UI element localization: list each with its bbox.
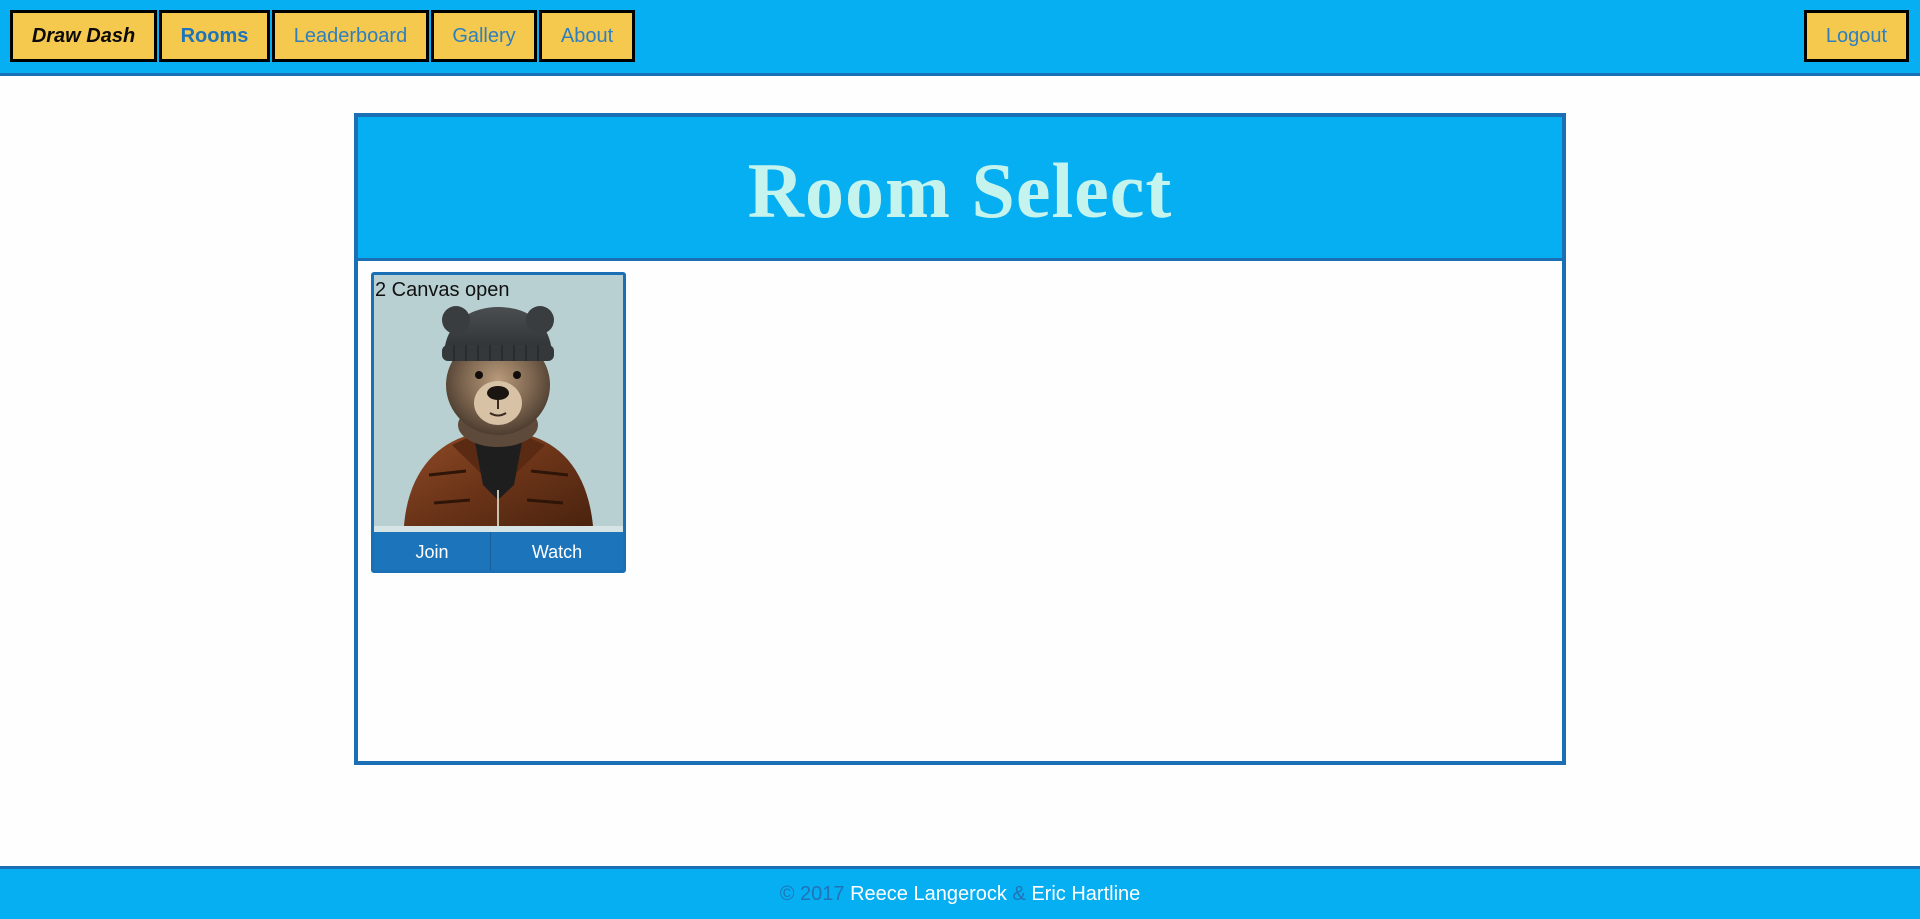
room-actions: Join Watch: [374, 532, 623, 570]
room-status: 2 Canvas open: [375, 279, 510, 301]
logout-button[interactable]: Logout: [1804, 10, 1909, 62]
room-thumbnail-image: [374, 275, 623, 526]
nav-item-rooms[interactable]: Rooms: [159, 10, 270, 62]
nav-item-about[interactable]: About: [539, 10, 635, 62]
brand-link[interactable]: Draw Dash: [10, 10, 157, 62]
panel-header: Room Select: [358, 117, 1562, 261]
watch-button[interactable]: Watch: [491, 532, 623, 570]
footer-copyright: © 2017: [779, 882, 845, 905]
footer-separator: &: [1012, 882, 1026, 905]
footer-author-2: Eric Hartline: [1031, 882, 1141, 905]
top-navbar: Draw Dash Rooms Leaderboard Gallery Abou…: [0, 0, 1920, 76]
room-select-panel: Room Select 2 Canvas open Join Watch: [354, 113, 1566, 765]
nav-item-leaderboard[interactable]: Leaderboard: [272, 10, 429, 62]
page-title: Room Select: [747, 146, 1173, 234]
room-card: 2 Canvas open Join Watch: [371, 272, 626, 573]
footer-author-1: Reece Langerock: [850, 882, 1007, 905]
join-button[interactable]: Join: [374, 532, 491, 570]
footer: © 2017 Reece Langerock & Eric Hartline: [0, 866, 1920, 919]
nav-item-gallery[interactable]: Gallery: [431, 10, 537, 62]
